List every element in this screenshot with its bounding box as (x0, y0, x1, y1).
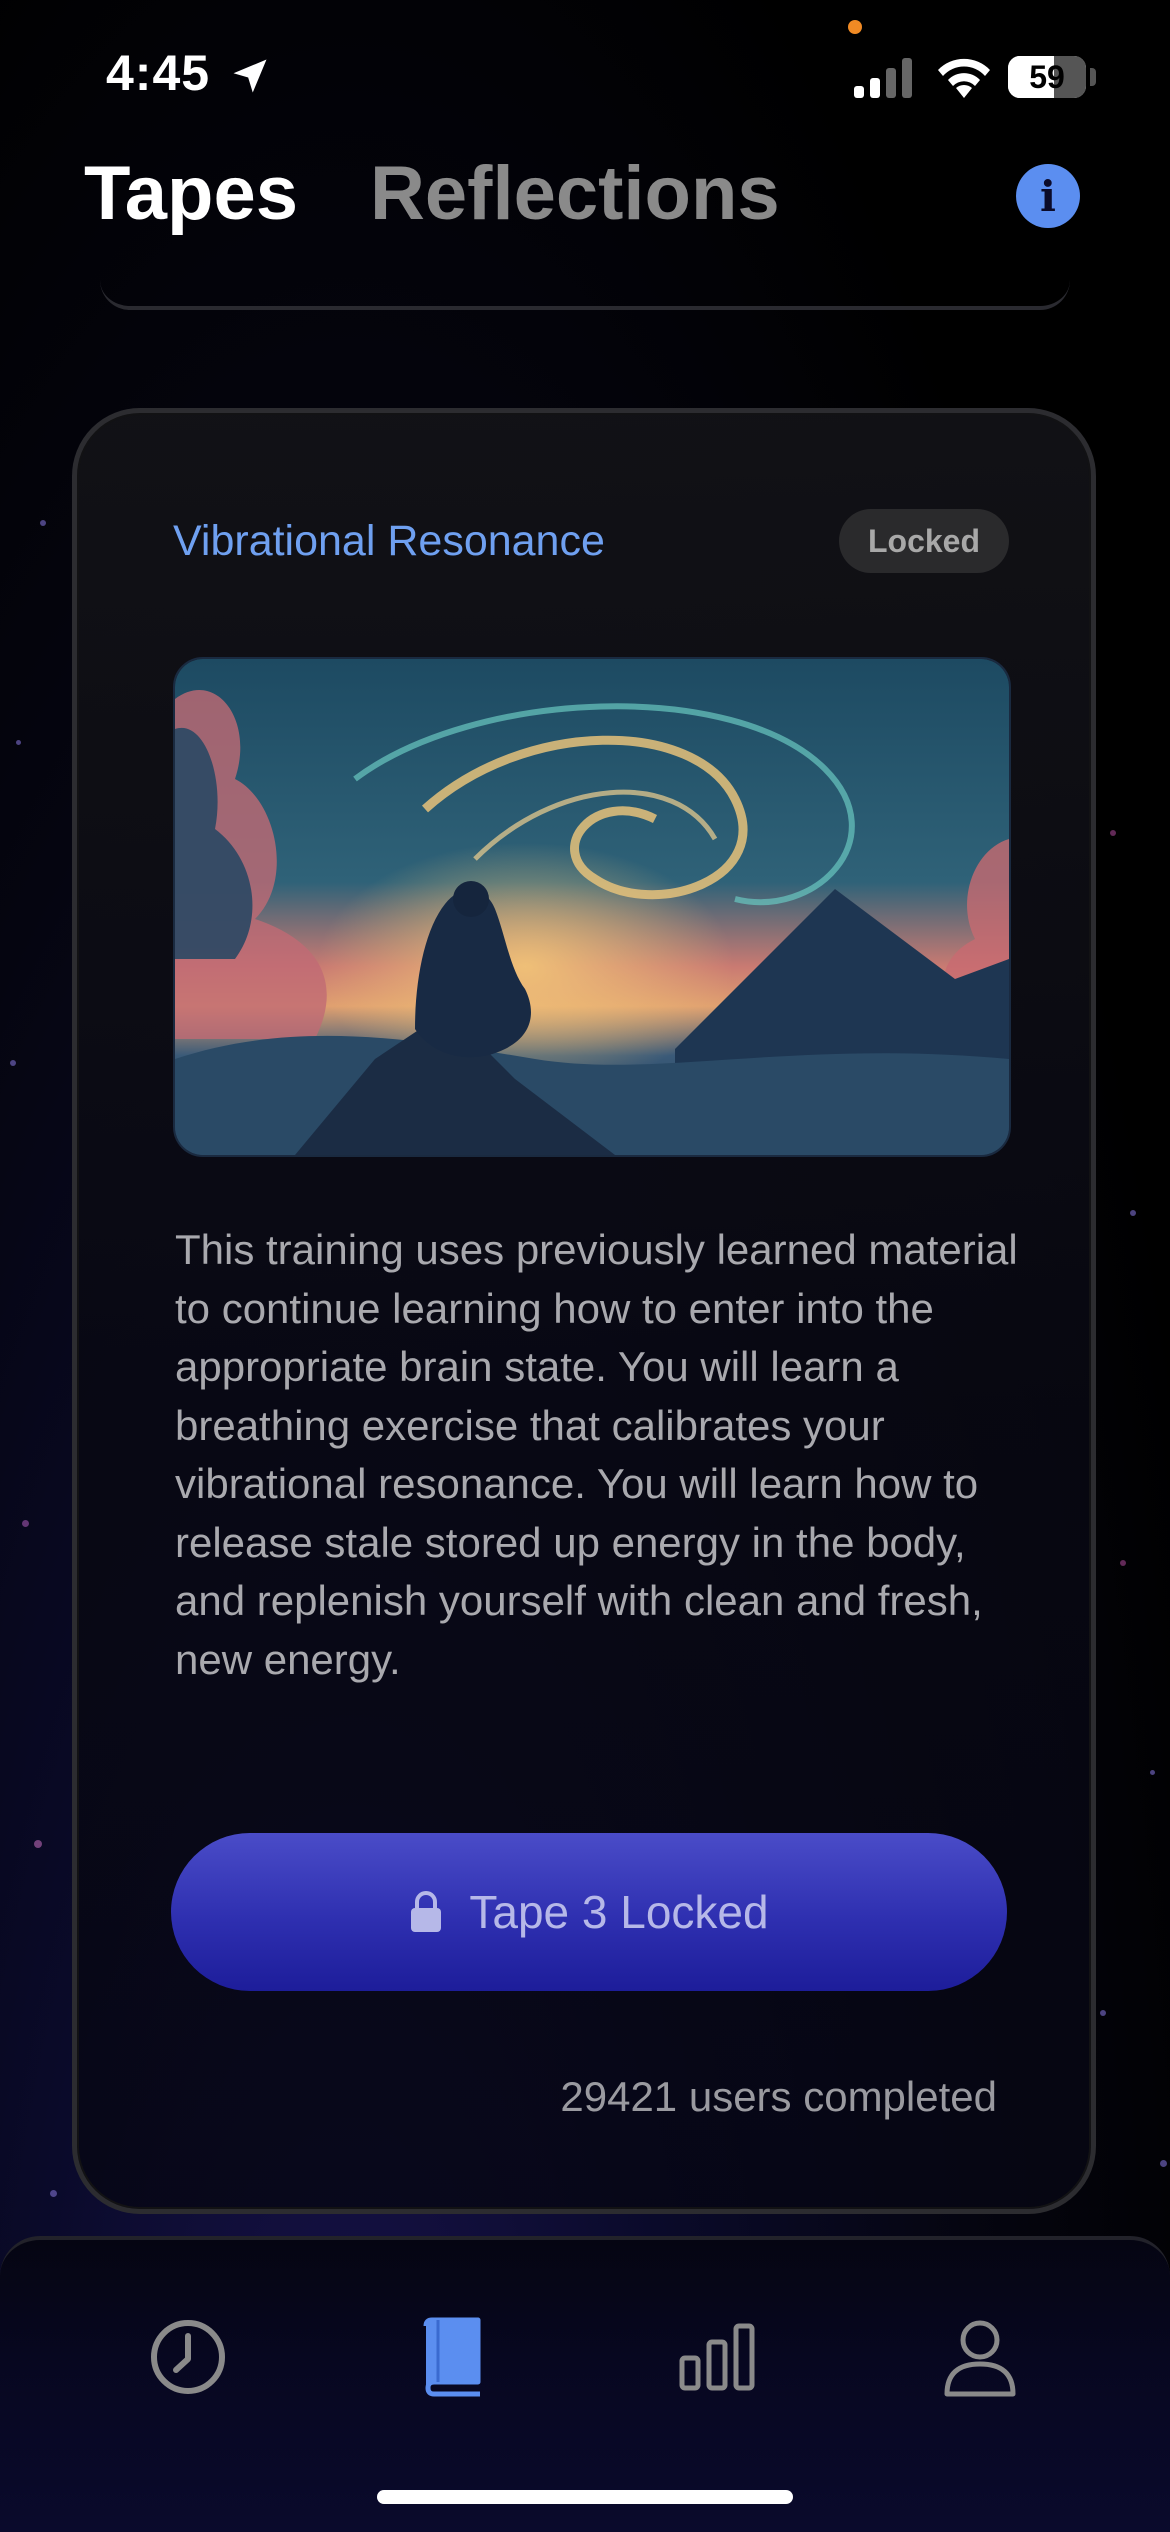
lock-icon (411, 1891, 442, 1932)
tape-card: Vibrational Resonance Locked This traini… (72, 408, 1096, 2214)
status-bar: 4:45 59 (0, 0, 1170, 150)
battery-icon: 59 (1008, 56, 1086, 98)
battery-percent: 59 (1029, 59, 1065, 95)
previous-card-edge (100, 280, 1070, 310)
status-time: 4:45 (106, 45, 211, 101)
tab-profile[interactable] (935, 2312, 1025, 2402)
tab-reflections[interactable]: Reflections (370, 150, 780, 237)
screen: 4:45 59 Tapes Reflections i Vibrational … (0, 0, 1170, 2532)
tape-locked-button[interactable]: Tape 3 Locked (171, 1833, 1007, 1991)
profile-icon (944, 2320, 1016, 2397)
privacy-indicator-dot (848, 20, 862, 34)
clock-icon (151, 2320, 225, 2394)
location-arrow-icon (233, 59, 267, 93)
tab-stats[interactable] (672, 2312, 762, 2402)
bottom-tab-bar (0, 2236, 1170, 2532)
tape-title: Vibrational Resonance (173, 517, 605, 565)
users-completed-count: 29421 users completed (560, 2073, 997, 2120)
info-button[interactable]: i (1016, 164, 1080, 228)
meditation-mountain-image (173, 657, 1011, 1157)
bar-chart-icon (679, 2323, 755, 2391)
home-indicator[interactable] (377, 2490, 793, 2504)
tape-button-label: Tape 3 Locked (469, 1886, 769, 1938)
tab-tapes[interactable]: Tapes (84, 150, 298, 237)
tab-tapes-library[interactable] (408, 2312, 498, 2402)
locked-badge: Locked (839, 509, 1009, 573)
book-icon (423, 2317, 481, 2397)
tape-description: This training uses previously learned ma… (175, 1226, 1018, 1683)
tab-history[interactable] (143, 2312, 233, 2402)
info-icon: i (1040, 171, 1056, 221)
battery-nub (1090, 68, 1096, 86)
cellular-signal-icon (854, 58, 912, 98)
wifi-icon (938, 58, 990, 98)
